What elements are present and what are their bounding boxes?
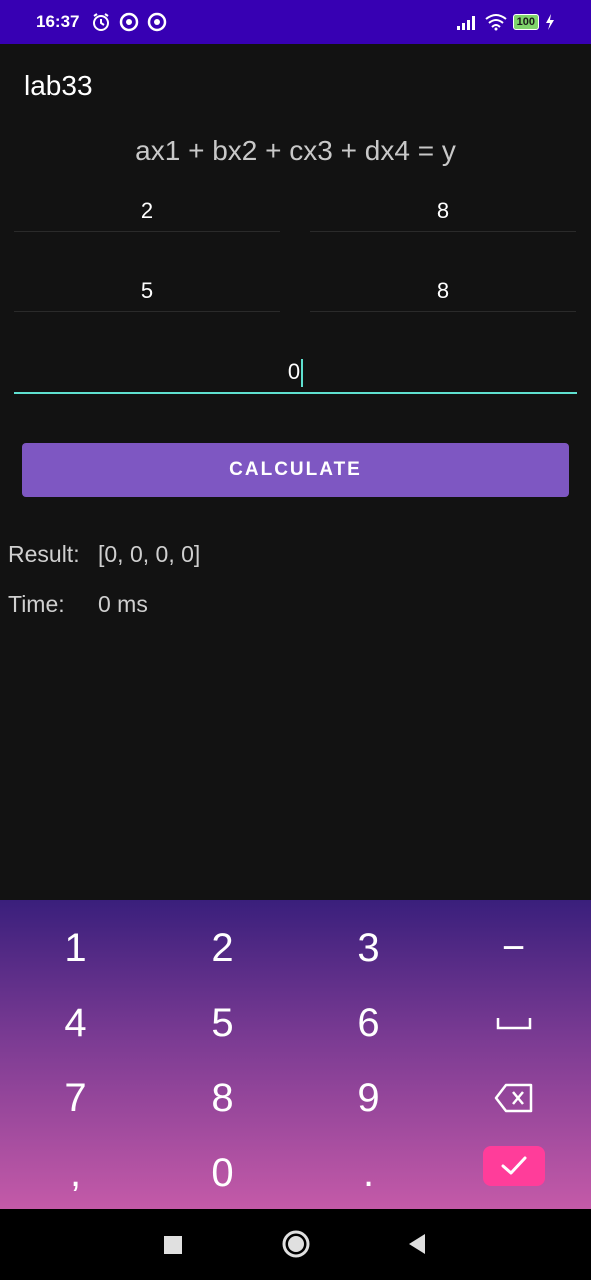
result-label: Result: <box>8 541 80 567</box>
input-y-value: 0 <box>287 359 301 384</box>
sync-icon <box>120 12 139 32</box>
status-bar: 16:37 100 <box>0 0 591 44</box>
navigation-bar <box>0 1209 591 1280</box>
key-4[interactable]: 4 <box>2 986 149 1060</box>
key-7[interactable]: 7 <box>2 1061 149 1135</box>
input-b[interactable]: 8 <box>310 191 576 232</box>
input-y[interactable]: 0 <box>14 352 577 394</box>
time-value: 0 ms <box>98 591 148 617</box>
result-row: Result: [0, 0, 0, 0] <box>8 541 200 568</box>
charging-icon <box>546 14 554 30</box>
alarm-icon <box>93 13 110 31</box>
key-5[interactable]: 5 <box>149 986 296 1060</box>
input-d[interactable]: 8 <box>310 271 576 312</box>
key-0[interactable]: 0 <box>149 1136 296 1210</box>
backspace-icon <box>494 1083 532 1113</box>
result-value: [0, 0, 0, 0] <box>98 541 201 567</box>
key-space[interactable] <box>440 986 587 1060</box>
calculate-button[interactable]: CALCULATE <box>22 443 569 497</box>
key-comma[interactable]: , <box>2 1136 149 1210</box>
key-period[interactable]: . <box>295 1136 442 1210</box>
key-6[interactable]: 6 <box>295 986 442 1060</box>
key-backspace[interactable] <box>440 1061 587 1135</box>
home-button[interactable] <box>281 1229 311 1259</box>
input-c[interactable]: 5 <box>14 271 280 312</box>
back-button[interactable] <box>407 1233 427 1255</box>
key-2[interactable]: 2 <box>149 911 296 985</box>
recents-button[interactable] <box>163 1235 183 1255</box>
space-icon <box>496 1018 531 1030</box>
time-label: Time: <box>8 591 65 617</box>
wifi-icon <box>485 14 507 31</box>
key-1[interactable]: 1 <box>2 911 149 985</box>
key-minus[interactable]: − <box>440 911 587 985</box>
key-8[interactable]: 8 <box>149 1061 296 1135</box>
signal-icon <box>456 16 475 30</box>
status-icons-left <box>91 12 167 32</box>
equation-text: ax1 + bx2 + cx3 + dx4 = y <box>135 135 456 166</box>
text-caret <box>301 359 304 388</box>
key-9[interactable]: 9 <box>295 1061 442 1135</box>
check-icon <box>501 1156 527 1175</box>
enter-button[interactable] <box>483 1146 545 1186</box>
time-row: Time: 0 ms <box>8 591 148 618</box>
app-title: lab33 <box>24 70 93 101</box>
key-3[interactable]: 3 <box>295 911 442 985</box>
input-a[interactable]: 2 <box>14 191 280 232</box>
numeric-keyboard: 1 2 3 − 4 5 6 7 8 9 , 0 . <box>0 900 591 1209</box>
battery-indicator: 100 <box>512 14 539 30</box>
status-time: 16:37 <box>36 12 80 31</box>
sync-icon-2 <box>148 12 167 32</box>
status-icons-right: 100 <box>455 13 555 31</box>
